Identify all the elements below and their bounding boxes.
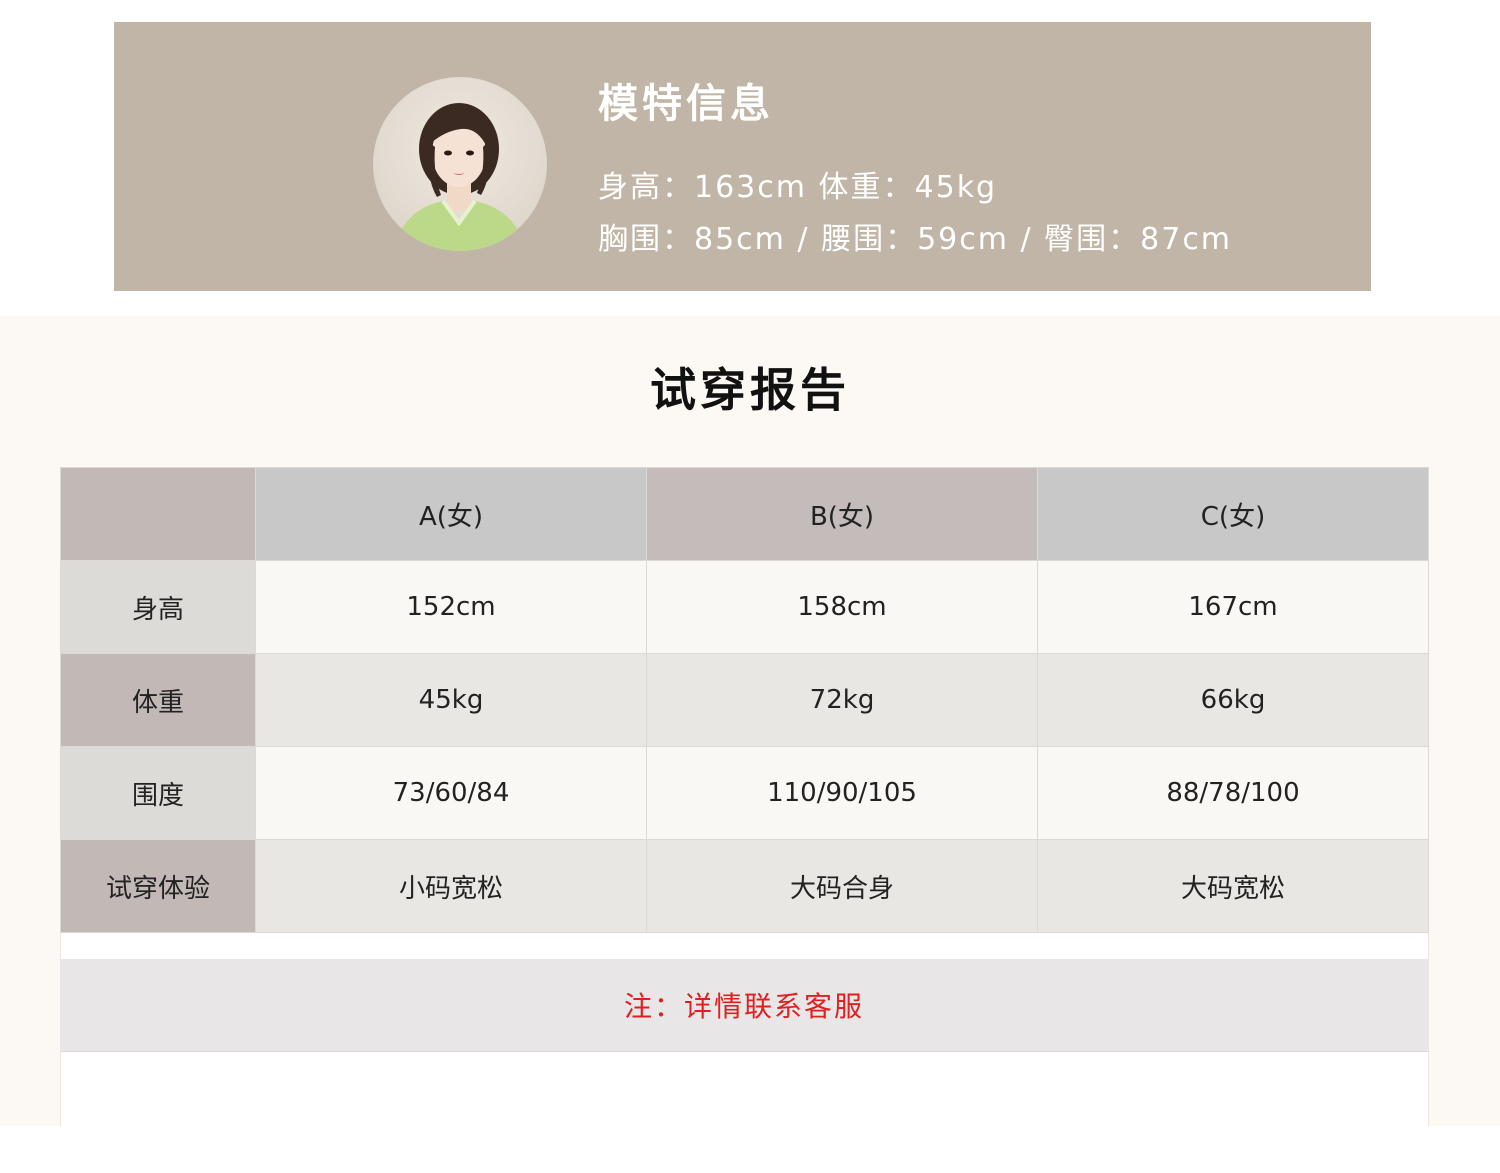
note-band: 注：详情联系客服 <box>60 959 1428 1052</box>
fitting-report-table: A(女) B(女) C(女) 身高 152cm 158cm 167cm 体重 4… <box>60 467 1429 933</box>
cell-c-weight: 66kg <box>1037 653 1429 747</box>
model-info-title: 模特信息 <box>598 81 774 127</box>
header-c: C(女) <box>1037 467 1429 561</box>
cell-a-height: 152cm <box>255 560 647 654</box>
header-a: A(女) <box>255 467 647 561</box>
row-label-measurements: 围度 <box>60 746 256 840</box>
model-info-banner: 模特信息 身高：163cm 体重：45kg 胸围：85cm / 腰围：59cm … <box>114 22 1371 291</box>
cell-c-experience: 大码宽松 <box>1037 839 1429 933</box>
table-row: 体重 45kg 72kg 66kg <box>60 653 1429 747</box>
model-measurements: 胸围：85cm / 腰围：59cm / 臀围：87cm <box>598 222 1233 257</box>
model-avatar <box>373 77 547 251</box>
table-row: 围度 73/60/84 110/90/105 88/78/100 <box>60 746 1429 840</box>
row-label-weight: 体重 <box>60 653 256 747</box>
cell-b-experience: 大码合身 <box>646 839 1038 933</box>
report-title: 试穿报告 <box>650 363 850 417</box>
cell-c-height: 167cm <box>1037 560 1429 654</box>
cell-c-measurements: 88/78/100 <box>1037 746 1429 840</box>
cell-b-measurements: 110/90/105 <box>646 746 1038 840</box>
header-b: B(女) <box>646 467 1038 561</box>
header-corner <box>60 467 256 561</box>
model-portrait-icon <box>393 103 527 251</box>
contact-note: 注：详情联系客服 <box>623 990 864 1023</box>
cell-a-weight: 45kg <box>255 653 647 747</box>
table-row: 身高 152cm 158cm 167cm <box>60 560 1429 654</box>
model-height-weight: 身高：163cm 体重：45kg <box>598 170 998 205</box>
row-label-height: 身高 <box>60 560 256 654</box>
cell-a-experience: 小码宽松 <box>255 839 647 933</box>
row-label-experience: 试穿体验 <box>60 839 256 933</box>
cell-a-measurements: 73/60/84 <box>255 746 647 840</box>
cell-b-weight: 72kg <box>646 653 1038 747</box>
table-row: 试穿体验 小码宽松 大码合身 大码宽松 <box>60 839 1429 933</box>
table-header-row: A(女) B(女) C(女) <box>60 467 1429 561</box>
cell-b-height: 158cm <box>646 560 1038 654</box>
